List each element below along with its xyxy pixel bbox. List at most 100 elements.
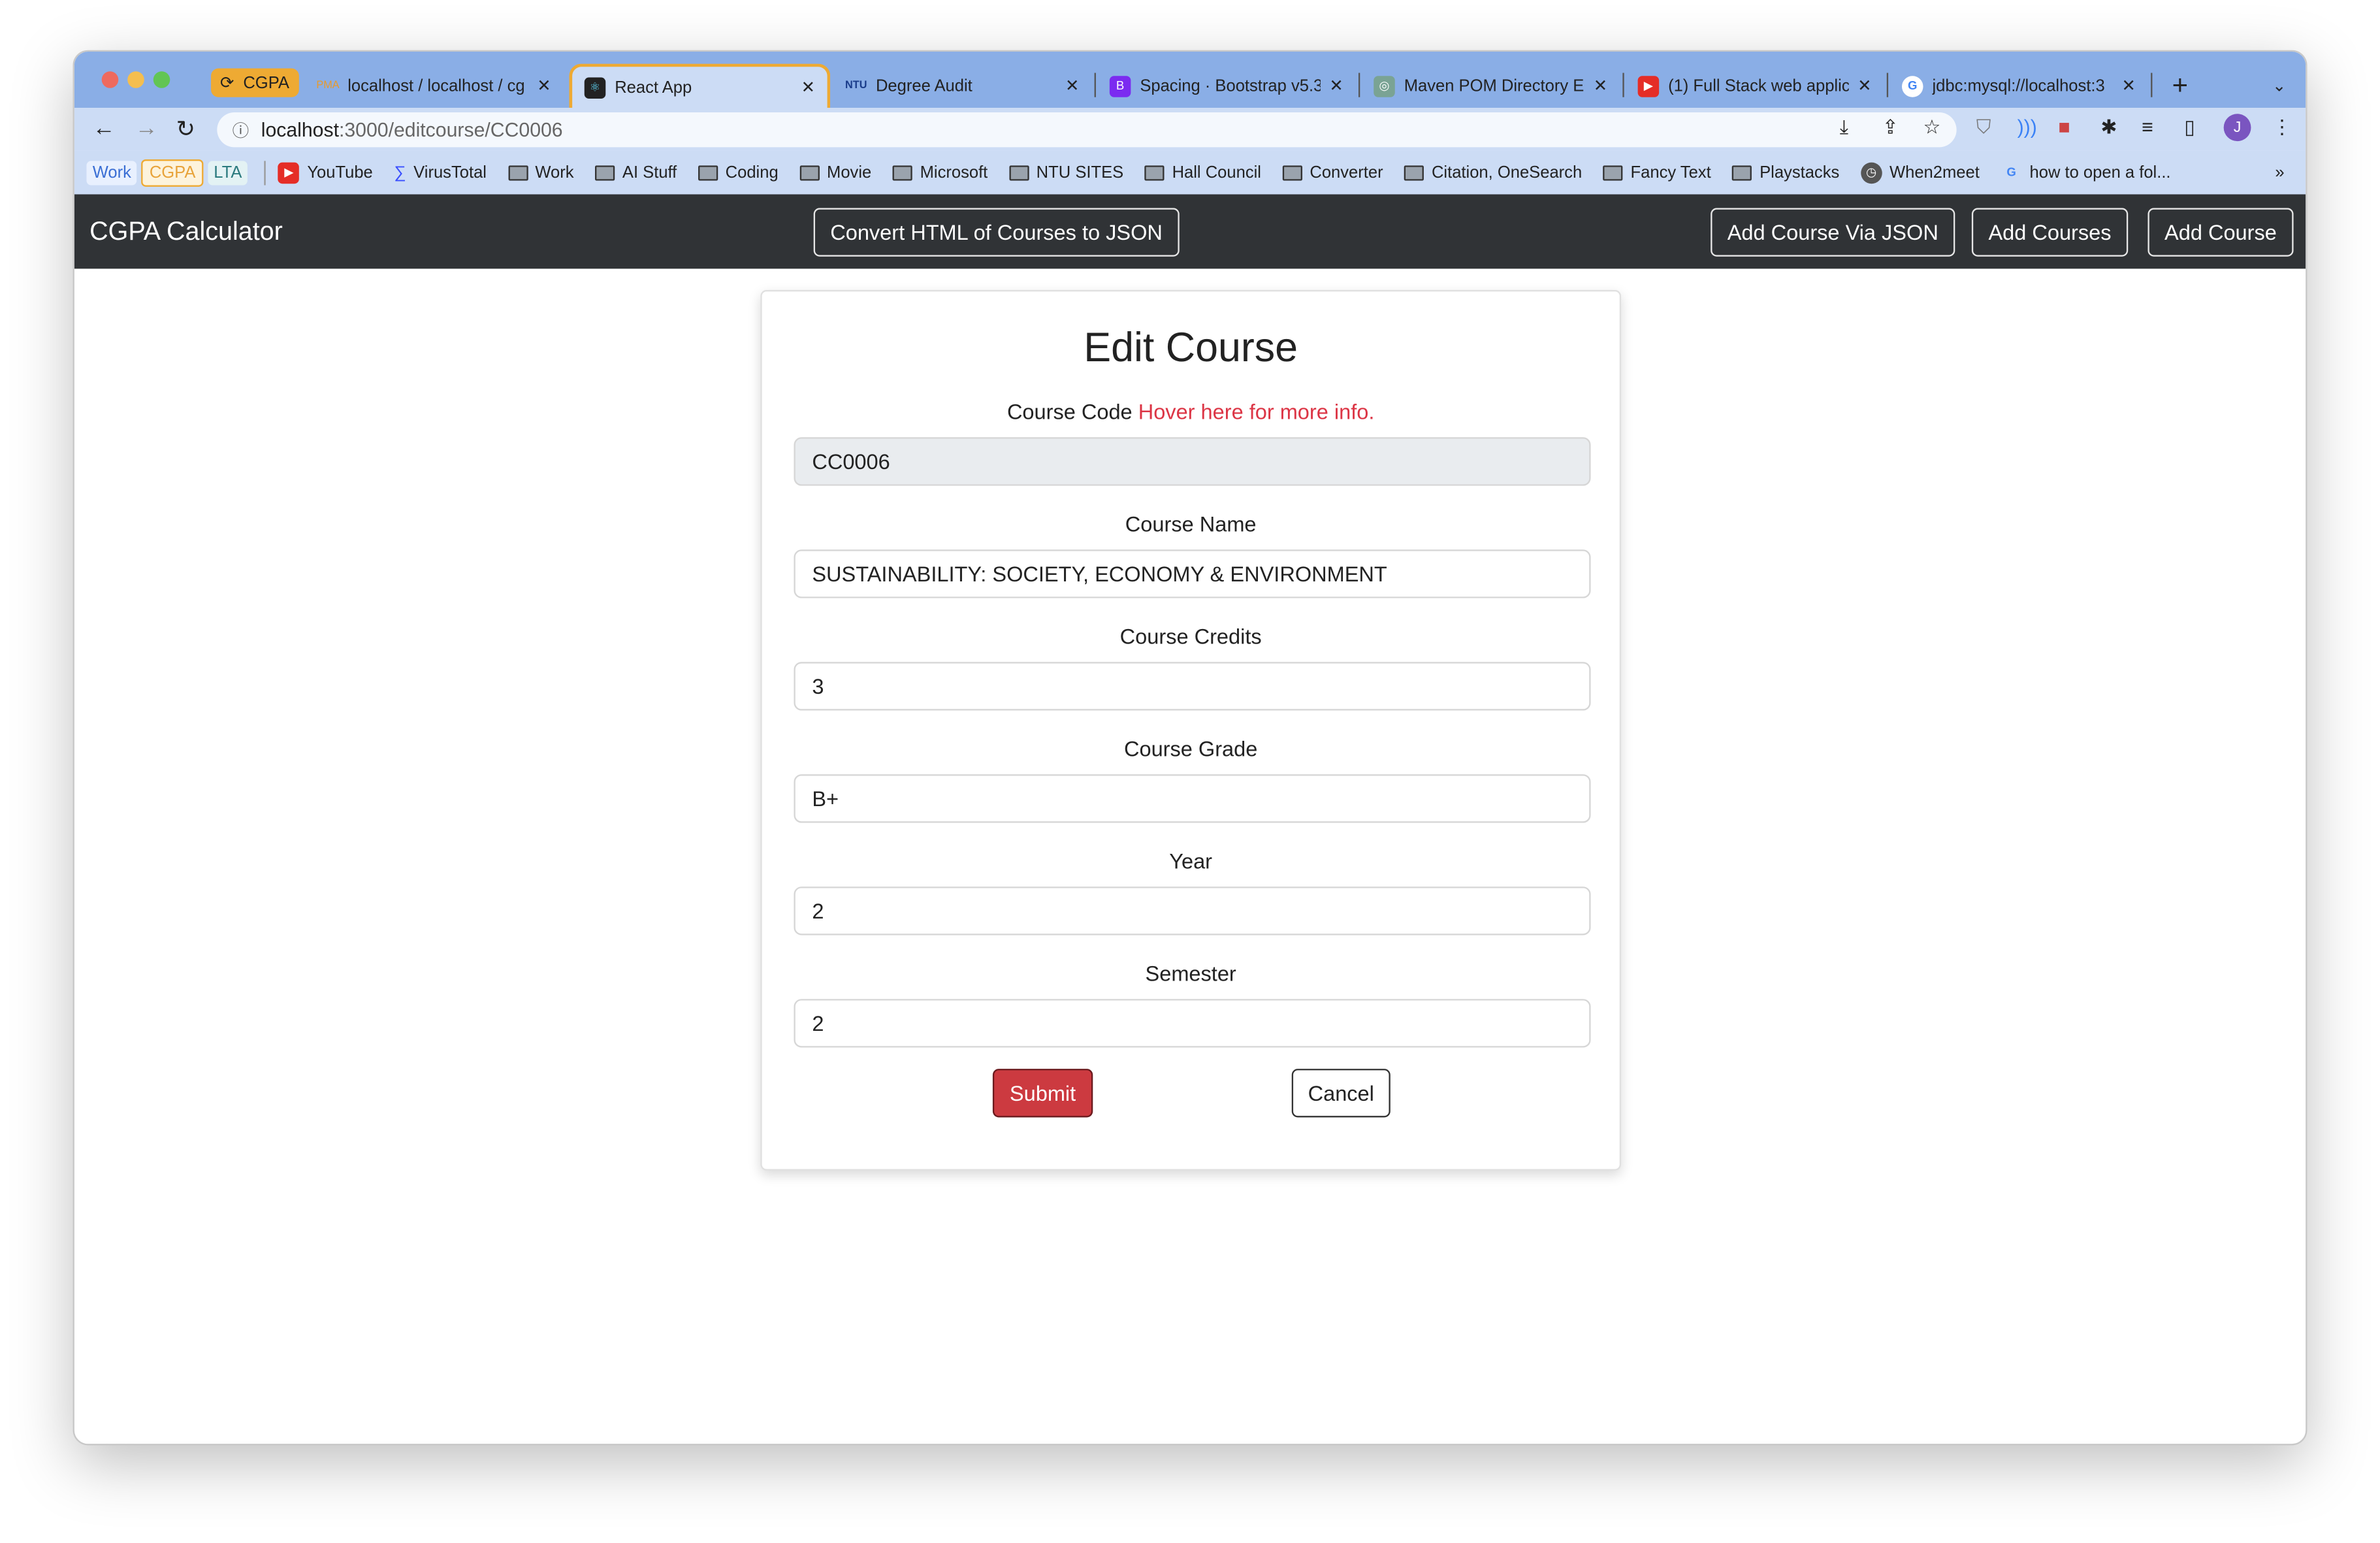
reload-icon[interactable]: ↻ — [176, 116, 195, 143]
virustotal-icon: ∑ — [394, 163, 406, 182]
chatgpt-icon: ◎ — [1374, 75, 1395, 97]
tab-phpmyadmin[interactable]: PMA localhost / localhost / cg ✕ — [305, 64, 563, 108]
close-tab-icon[interactable]: ✕ — [1065, 76, 1079, 96]
year-label: Year — [1169, 849, 1213, 873]
bookmark-folder-ai-stuff[interactable]: AI Stuff — [595, 163, 677, 182]
close-tab-icon[interactable]: ✕ — [2121, 76, 2135, 96]
edit-course-form: Edit Course Course Code Hover here for m… — [760, 289, 1622, 1171]
forward-icon[interactable]: → — [135, 116, 158, 142]
course-grade-label: Course Grade — [1123, 736, 1258, 761]
ublock-icon[interactable]: ⛉ — [1976, 116, 1991, 140]
tab-cgpa[interactable]: ⟳ CGPA — [211, 68, 298, 97]
course-name-label: Course Name — [1125, 512, 1257, 536]
navbar-brand[interactable]: CGPA Calculator — [89, 217, 283, 247]
add-course-via-json-button[interactable]: Add Course Via JSON — [1711, 208, 1955, 257]
extension-wave-icon[interactable]: ))) — [2018, 116, 2037, 138]
tab-youtube[interactable]: ▶ (1) Full Stack web applic ✕ — [1626, 64, 1884, 108]
browser-window: ⟳ CGPA PMA localhost / localhost / cg ✕ ⚛ Re… — [72, 50, 2308, 1446]
close-tab-icon[interactable]: ✕ — [537, 76, 551, 96]
close-tab-icon[interactable]: ✕ — [1857, 76, 1871, 96]
close-tab-icon[interactable]: ✕ — [1594, 76, 1607, 96]
course-code-hover-hint[interactable]: Hover here for more info. — [1138, 399, 1375, 423]
course-code-label: Course Code Hover here for more info. — [1006, 399, 1375, 424]
submit-button[interactable]: Submit — [992, 1069, 1093, 1118]
course-code-input[interactable]: CC0006 — [794, 437, 1591, 486]
react-icon: ⚛ — [584, 76, 606, 98]
google-icon: G — [1901, 75, 1923, 97]
react-devtools-icon[interactable]: ■ — [2058, 116, 2070, 138]
bookmark-folder-citation[interactable]: Citation, OneSearch — [1404, 163, 1582, 182]
bookmark-google-search[interactable]: Ghow to open a fol... — [2001, 162, 2170, 184]
new-tab-button[interactable]: + — [2160, 64, 2200, 108]
bookmarks-bar: Work CGPA LTA ▶ YouTube ∑ VirusTotal Work … — [74, 150, 2306, 195]
media-control-icon[interactable]: ≡ — [2142, 116, 2153, 138]
folder-icon — [1603, 165, 1623, 180]
folder-icon — [892, 165, 912, 180]
close-tab-icon[interactable]: ✕ — [801, 78, 815, 97]
cgpa-icon: ⟳ — [219, 74, 234, 93]
bookmark-folder-microsoft[interactable]: Microsoft — [892, 163, 988, 182]
folder-icon — [507, 165, 528, 180]
more-bookmarks-chevron-icon[interactable]: » — [2275, 163, 2284, 182]
semester-input[interactable]: 2 — [794, 999, 1591, 1048]
install-icon[interactable]: ⤓ — [1840, 116, 1848, 140]
bookmark-folder-playstacks[interactable]: Playstacks — [1732, 163, 1839, 182]
tab-bar: ⟳ CGPA PMA localhost / localhost / cg ✕ ⚛ Re… — [74, 52, 2306, 108]
profile-avatar[interactable]: J — [2223, 114, 2251, 142]
course-grade-input[interactable]: B+ — [794, 774, 1591, 823]
tab-search-chevron-icon[interactable]: ⌄ — [2260, 64, 2298, 108]
tab-react-app[interactable]: ⚛ React App ✕ — [569, 63, 831, 108]
extensions-puzzle-icon[interactable]: ✱ — [2100, 116, 2117, 140]
folder-icon — [595, 165, 615, 180]
bookmark-folder-movie[interactable]: Movie — [799, 163, 871, 182]
window-controls — [101, 71, 170, 88]
youtube-icon: ▶ — [278, 161, 300, 184]
year-input[interactable]: 2 — [794, 886, 1591, 935]
bookmark-folder-converter[interactable]: Converter — [1282, 163, 1383, 182]
menu-kebab-icon[interactable]: ⋮ — [2272, 116, 2292, 140]
bookmark-folder-fancy-text[interactable]: Fancy Text — [1603, 163, 1711, 182]
course-name-input[interactable]: SUSTAINABILITY: SOCIETY, ECONOMY & ENVIR… — [794, 549, 1591, 598]
close-tab-icon[interactable]: ✕ — [1329, 76, 1343, 96]
ntu-icon: NTU — [845, 80, 867, 91]
url-input[interactable]: ⓘ localhost:3000/editcourse/CC0006 — [217, 112, 1957, 148]
course-credits-label: Course Credits — [1119, 624, 1262, 649]
site-info-icon[interactable]: ⓘ — [233, 118, 249, 142]
tab-maven-pom[interactable]: ◎ Maven POM Directory Er ✕ — [1362, 64, 1620, 108]
page-title: Edit Course — [1084, 325, 1298, 371]
phpmyadmin-icon: PMA — [316, 80, 340, 91]
back-icon[interactable]: ← — [93, 116, 116, 142]
tab-degree-audit[interactable]: NTU Degree Audit ✕ — [833, 64, 1091, 108]
bookmark-folder-ntu-sites[interactable]: NTU SITES — [1008, 163, 1123, 182]
close-window-button[interactable] — [101, 71, 119, 88]
tab-jdbc[interactable]: Gjdbc:mysql://localhost:3 ✕ — [1890, 64, 2147, 108]
folder-icon — [799, 165, 820, 180]
cancel-button[interactable]: Cancel — [1291, 1069, 1391, 1118]
bookmark-star-icon[interactable]: ☆ — [1923, 116, 1941, 140]
bookmark-group-lta[interactable]: LTA — [207, 160, 248, 185]
side-panel-icon[interactable]: ▯ — [2184, 116, 2195, 140]
bookmark-group-work[interactable]: Work — [86, 160, 138, 185]
folder-icon — [1404, 165, 1424, 180]
bookmark-folder-hall-council[interactable]: Hall Council — [1144, 163, 1261, 182]
minimize-window-button[interactable] — [127, 71, 144, 88]
google-icon: G — [2006, 165, 2016, 180]
folder-icon — [1144, 165, 1165, 180]
course-credits-input[interactable]: 3 — [794, 662, 1591, 711]
share-icon[interactable]: ⇪ — [1882, 116, 1899, 140]
bookmark-folder-coding[interactable]: Coding — [698, 163, 779, 182]
bookmark-youtube[interactable]: ▶ YouTube — [278, 161, 373, 184]
bookmark-when2meet[interactable]: ◷ When2meet — [1860, 161, 1980, 184]
folder-icon — [698, 165, 718, 180]
app-navbar: CGPA Calculator Convert HTML of Courses … — [74, 194, 2306, 269]
bookmark-virustotal[interactable]: ∑ VirusTotal — [394, 163, 487, 182]
bookmark-group-cgpa[interactable]: CGPA — [142, 158, 204, 186]
bootstrap-icon: B — [1109, 75, 1131, 97]
tab-bootstrap-spacing[interactable]: B Spacing · Bootstrap v5.3 ✕ — [1097, 64, 1355, 108]
convert-html-to-json-button[interactable]: Convert HTML of Courses to JSON — [813, 208, 1180, 257]
add-courses-button[interactable]: Add Courses — [1971, 208, 2129, 257]
clock-icon: ◷ — [1860, 161, 1882, 184]
add-course-button[interactable]: Add Course — [2147, 208, 2294, 257]
maximize-window-button[interactable] — [153, 71, 170, 88]
bookmark-folder-work[interactable]: Work — [507, 163, 574, 182]
